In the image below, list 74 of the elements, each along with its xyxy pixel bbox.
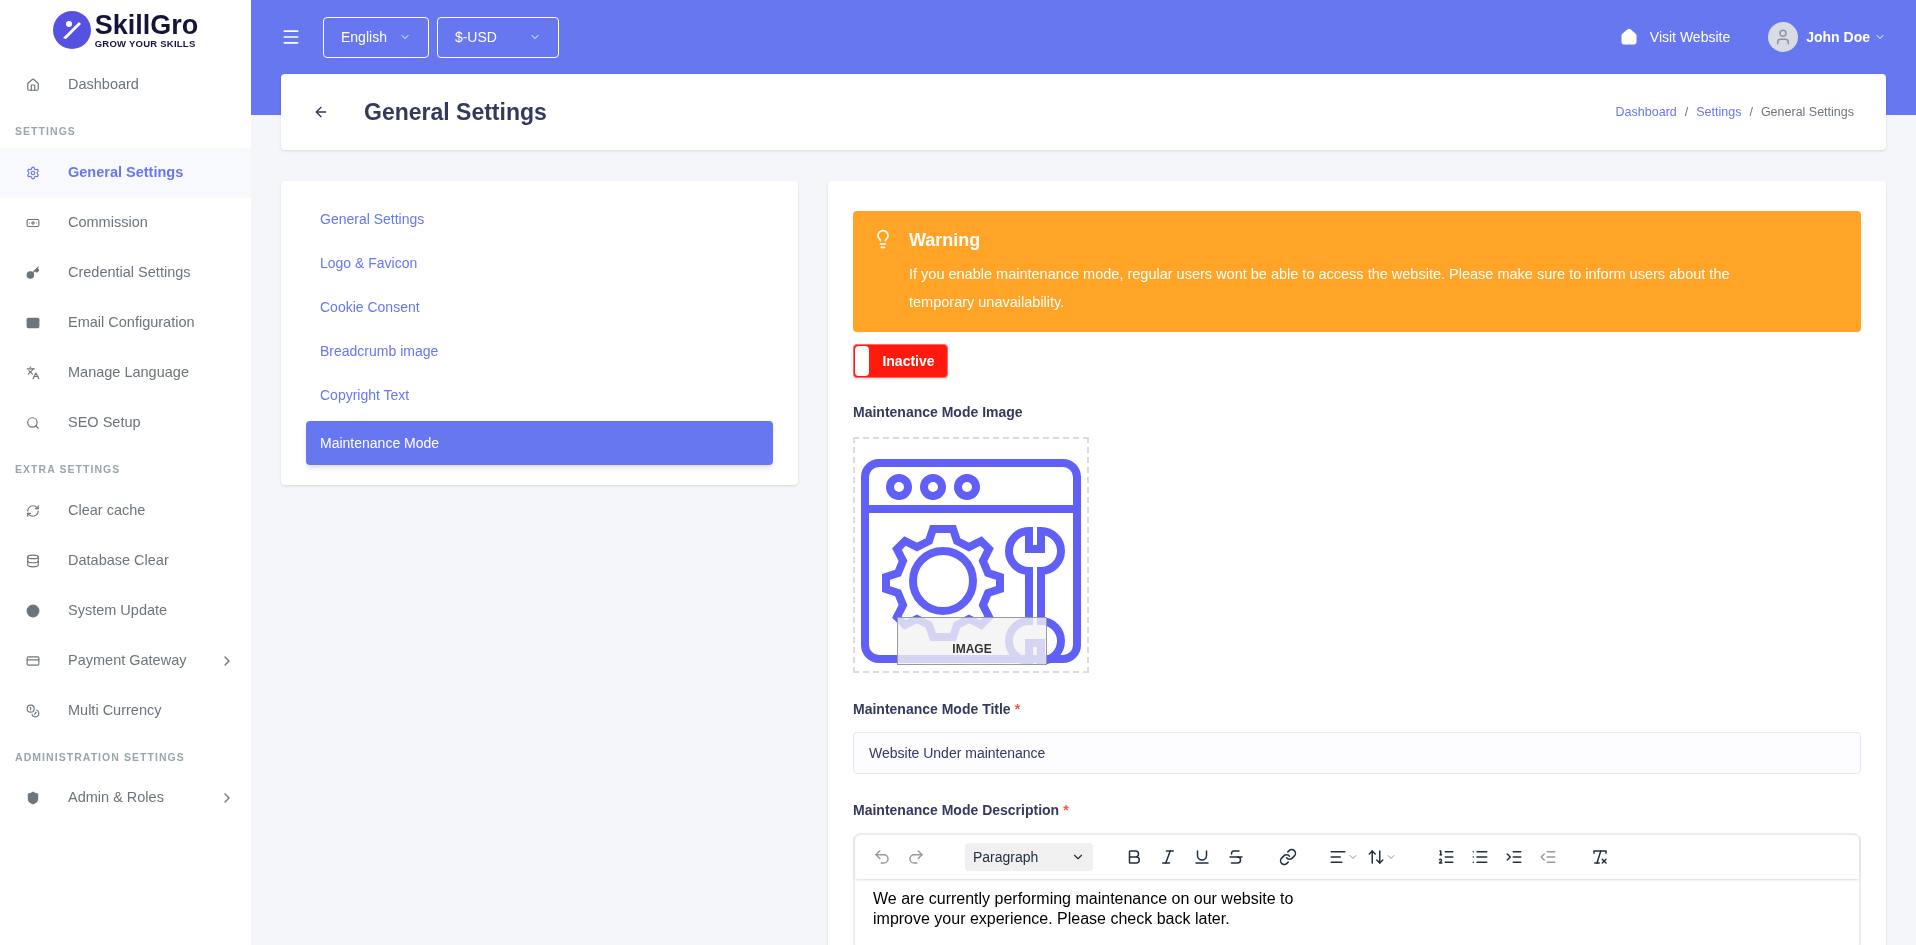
breadcrumb-separator: / — [1749, 103, 1753, 121]
sidebar-item[interactable]: System Update — [0, 585, 251, 636]
field-label: Maintenance Mode Title — [853, 700, 1011, 719]
image-overlay-label: IMAGE — [897, 617, 1047, 665]
refresh-icon — [26, 503, 40, 518]
redo-icon[interactable] — [907, 848, 925, 866]
numbered-list-icon[interactable] — [1437, 848, 1455, 866]
settings-menu-item[interactable]: Logo & Favicon — [306, 245, 773, 281]
bullet-list-icon[interactable] — [1471, 848, 1489, 866]
logo-icon — [52, 11, 91, 49]
credit-card-icon — [26, 653, 40, 668]
image-upload-preview[interactable]: IMAGE — [853, 437, 1089, 673]
undo-icon[interactable] — [873, 848, 891, 866]
indent-icon[interactable] — [1505, 848, 1523, 866]
home-icon — [1619, 28, 1638, 46]
sidebar-item[interactable]: Payment Gateway — [0, 635, 251, 686]
status-toggle[interactable]: Inactive — [853, 344, 948, 378]
menu-icon[interactable] — [281, 27, 301, 47]
required-asterisk: * — [1014, 700, 1021, 719]
required-asterisk: * — [1063, 801, 1069, 820]
home-icon — [26, 78, 40, 92]
sidebar-item[interactable]: Admin & Roles — [0, 773, 251, 824]
sidebar-item[interactable]: Multi Currency — [0, 685, 251, 736]
line-height-icon[interactable] — [1367, 848, 1385, 866]
back-arrow-icon[interactable] — [313, 104, 329, 120]
field-label: Maintenance Mode Image — [853, 403, 1024, 422]
sidebar-item[interactable]: Commission — [0, 197, 251, 248]
align-left-icon[interactable] — [1329, 848, 1347, 866]
database-icon — [26, 553, 40, 568]
outdent-icon[interactable] — [1539, 848, 1557, 866]
italic-icon[interactable] — [1159, 848, 1177, 866]
field-label: Maintenance Mode Description — [853, 801, 1060, 820]
strikethrough-icon[interactable] — [1227, 848, 1245, 866]
sidebar-item[interactable]: Manage Language — [0, 347, 251, 398]
brand-name: SkillGro — [94, 11, 199, 39]
currency-dropdown[interactable]: $-USD — [436, 16, 559, 58]
sidebar-section-title: SETTINGS — [14, 124, 77, 139]
sidebar-item[interactable]: Clear cache — [0, 485, 251, 536]
language-icon — [26, 365, 40, 380]
warning-text: If you enable maintenance mode, regular users wont be able to access the website. Please make sure to inform users about the temporary unavailability. — [909, 265, 1731, 312]
page-title: General Settings — [364, 97, 547, 127]
warning-title: Warning — [909, 229, 982, 252]
block-format-dropdown[interactable]: Paragraph — [965, 843, 1093, 871]
key-icon — [26, 265, 40, 280]
settings-menu-item[interactable]: Cookie Consent — [306, 289, 773, 325]
underline-icon[interactable] — [1193, 848, 1211, 866]
user-menu[interactable]: John Doe — [1806, 26, 1886, 48]
settings-menu-item[interactable]: Maintenance Mode — [306, 421, 773, 465]
sidebar-item[interactable]: Database Clear — [0, 535, 251, 586]
coins-icon — [26, 703, 40, 718]
link-icon[interactable] — [1279, 848, 1297, 866]
sidebar-section-title: ADMINISTRATION SETTINGS — [14, 749, 186, 765]
breadcrumb-current: General Settings — [1760, 103, 1854, 121]
shield-icon — [26, 791, 40, 806]
brand-tagline: GROW YOUR SKILLS — [94, 38, 197, 49]
sidebar-item[interactable]: Dashboard — [0, 60, 251, 110]
sidebar-item[interactable]: SEO Setup — [0, 397, 251, 448]
sidebar-item[interactable]: Email Configuration — [0, 297, 251, 348]
gear-icon — [26, 165, 40, 180]
visit-website-link[interactable]: Visit Website — [1649, 26, 1731, 48]
breadcrumb-link[interactable]: Settings — [1696, 102, 1742, 122]
clear-formatting-icon[interactable] — [1591, 848, 1609, 866]
sidebar-item[interactable]: Credential Settings — [0, 247, 251, 298]
breadcrumb-separator: / — [1684, 103, 1689, 121]
settings-menu-item[interactable]: Copyright Text — [306, 377, 773, 413]
settings-menu-item[interactable]: General Settings — [306, 201, 773, 237]
settings-menu-item[interactable]: Breadcrumb image — [306, 333, 773, 369]
editor-content[interactable]: We are currently performing maintenance on our website to improve your experience. Please check back later. — [855, 879, 1315, 945]
search-icon — [26, 415, 40, 430]
sidebar-section-title: EXTRA SETTINGS — [14, 461, 122, 477]
breadcrumb-link[interactable]: Dashboard — [1615, 102, 1677, 122]
sidebar-item[interactable]: General Settings — [0, 147, 251, 198]
title-input[interactable]: Website Under maintenance — [853, 732, 1861, 774]
language-dropdown[interactable]: English — [323, 16, 429, 58]
